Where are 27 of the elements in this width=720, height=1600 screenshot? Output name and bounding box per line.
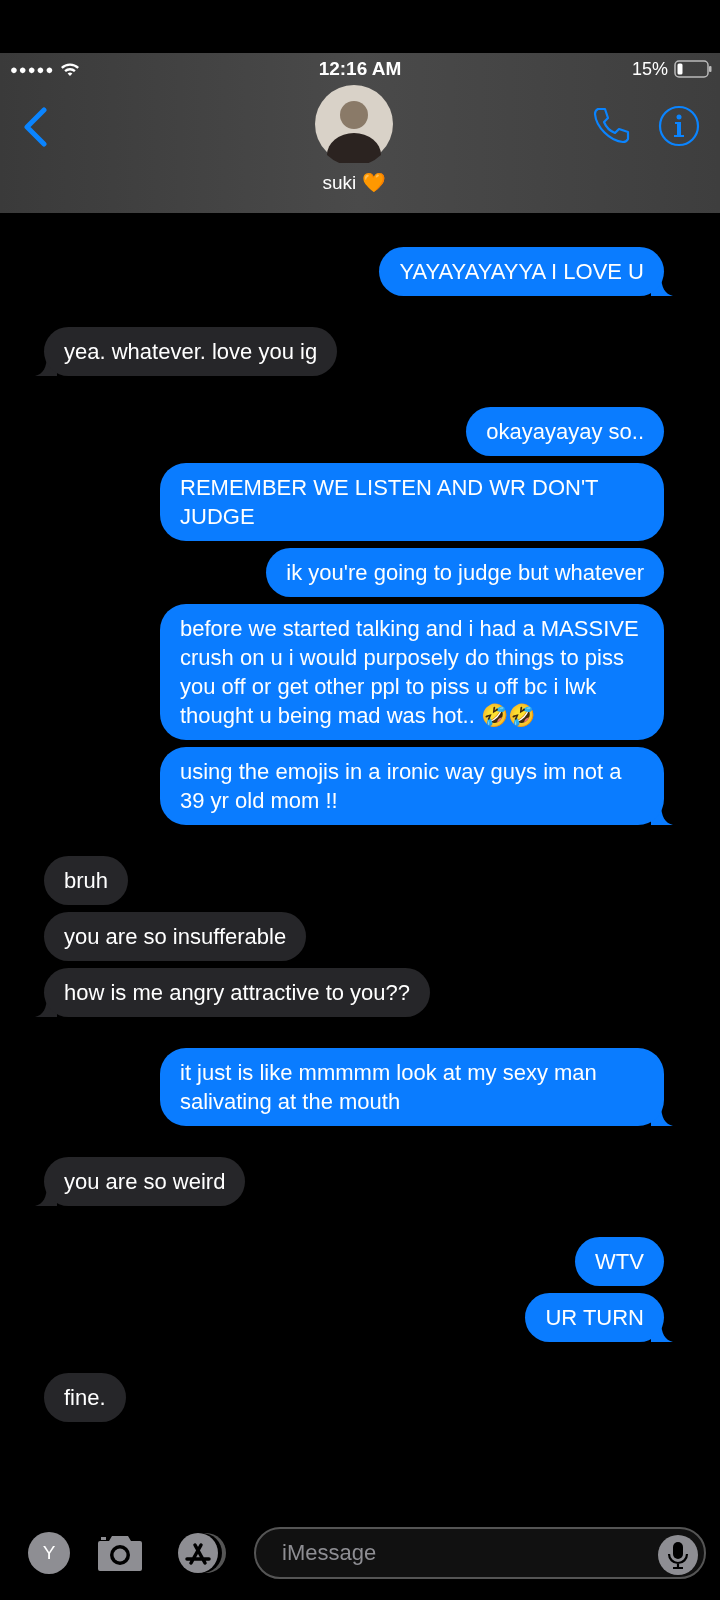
camera-icon[interactable] xyxy=(96,1533,144,1573)
message-bubble: before we started talking and i had a MASSIVE crush on u i would purposely do things to piss you off or get other ppl to piss u off bc i lwk thought u being mad was hot.. 🤣🤣 xyxy=(160,604,664,740)
message-bubble: you are so weird xyxy=(44,1157,246,1206)
status-time: 12:16 AM xyxy=(318,58,402,80)
message-input[interactable]: iMessage xyxy=(254,1527,706,1579)
message-bubble: REMEMBER WE LISTEN AND WR DON'T JUDGE xyxy=(160,463,664,541)
message-bubble: how is me angry attractive to you?? xyxy=(44,968,431,1017)
message-bubble: okayayayay so.. xyxy=(466,407,664,456)
back-button[interactable] xyxy=(22,107,48,150)
battery-icon xyxy=(674,60,712,78)
contact-name[interactable]: suki 🧡 xyxy=(322,171,386,194)
message-bubble: ik you're going to judge but whatever xyxy=(266,548,664,597)
info-icon[interactable] xyxy=(658,105,700,147)
message-bubble: WTV xyxy=(575,1237,664,1286)
microphone-icon[interactable] xyxy=(658,1535,698,1575)
message-bubble: UR TURN xyxy=(525,1293,664,1342)
message-bubble: bruh xyxy=(44,856,129,905)
message-bubble: you are so insufferable xyxy=(44,912,307,961)
avatar[interactable] xyxy=(315,85,393,163)
signal-dots: ●●●●● xyxy=(10,61,55,77)
message-bubble: using the emojis in a ironic way guys im not a 39 yr old mom !! xyxy=(160,747,664,825)
wifi-icon xyxy=(60,61,81,77)
battery-percent: 15% xyxy=(631,58,668,80)
message-bubble: it just is like mmmmm look at my sexy man salivating at the mouth xyxy=(160,1048,664,1126)
message-bubble: yea. whatever. love you ig xyxy=(44,327,338,376)
message-bubble: YAYAYAYAYYA I LOVE U xyxy=(379,247,664,296)
message-bubble: fine. xyxy=(44,1373,126,1422)
